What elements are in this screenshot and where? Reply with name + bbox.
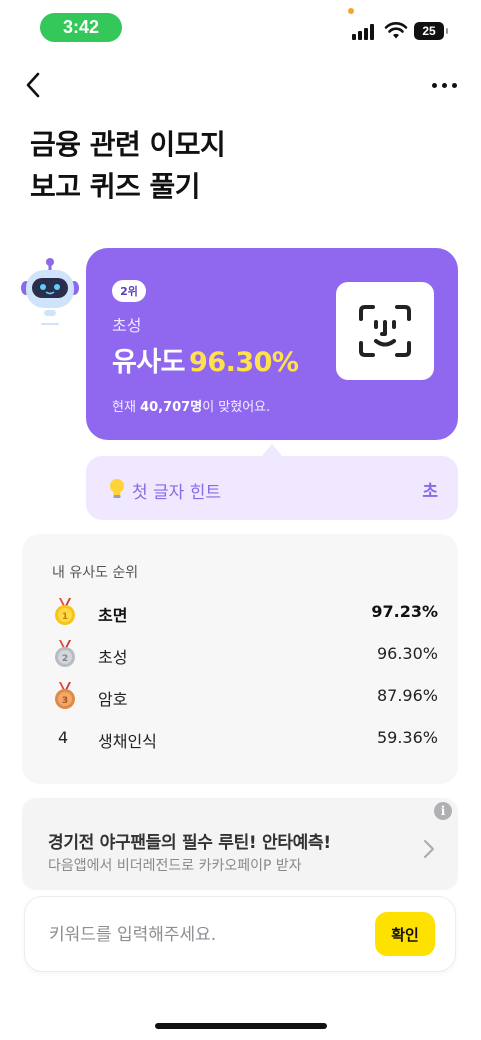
first-letter-hint[interactable]: 첫 글자 힌트 초 bbox=[86, 456, 458, 520]
similarity-line: 유사도 96.30% bbox=[112, 340, 299, 379]
ranking-value: 59.36% bbox=[376, 728, 438, 747]
chevron-right-icon bbox=[424, 840, 434, 858]
ranking-word: 생채인식 bbox=[98, 732, 157, 751]
result-card: 2위 초성 유사도 96.30% 현재 40,707명이 맞혔어요. bbox=[86, 248, 458, 440]
battery-icon: 25 bbox=[414, 22, 448, 40]
status-time: 3:42 bbox=[40, 13, 122, 42]
ad-banner[interactable]: i 경기전 야구팬들의 필수 루틴! 안타예측! 다음앱에서 비더레전드로 카카… bbox=[22, 798, 458, 890]
gold-medal-rank: 1 bbox=[62, 612, 68, 622]
solved-count: 40,707명 bbox=[140, 400, 203, 415]
more-dots-icon bbox=[431, 82, 437, 88]
answer-input-box: 확인 bbox=[24, 896, 456, 972]
hint-value: 초 bbox=[422, 482, 438, 502]
cellular-signal-icon bbox=[352, 24, 376, 40]
ranking-word: 초면 bbox=[98, 606, 128, 625]
ranking-row[interactable]: 3 암호 87.96% bbox=[52, 682, 438, 710]
ranking-row[interactable]: 4 생채인식 59.36% bbox=[52, 724, 438, 752]
similarity-value: 96.30% bbox=[189, 347, 299, 378]
page-title-line2: 보고 퀴즈 풀기 bbox=[30, 170, 201, 203]
ad-title: 경기전 야구팬들의 필수 루틴! 안타예측! bbox=[48, 833, 331, 853]
confirm-button[interactable]: 확인 bbox=[375, 912, 435, 956]
bronze-medal-rank: 3 bbox=[62, 696, 68, 706]
hint-label: 첫 글자 힌트 bbox=[132, 483, 222, 503]
rank-badge: 2위 bbox=[112, 280, 146, 302]
wifi-icon bbox=[384, 22, 408, 39]
ranking-row[interactable]: 1 초면 97.23% bbox=[52, 598, 438, 626]
gold-medal-icon: 1 bbox=[55, 598, 75, 625]
ranking-number: 4 bbox=[58, 728, 69, 747]
guessed-word: 초성 bbox=[112, 316, 142, 335]
face-scan-icon bbox=[359, 305, 411, 357]
ranking-value: 87.96% bbox=[376, 686, 438, 705]
privacy-indicator-dot bbox=[348, 8, 354, 14]
keyword-input[interactable] bbox=[49, 917, 369, 953]
hint-pointer bbox=[262, 444, 282, 456]
page-title-line1: 금융 관련 이모지 bbox=[30, 128, 226, 161]
ranking-word: 암호 bbox=[98, 690, 128, 709]
robot-mascot-icon bbox=[21, 258, 79, 325]
emoji-box bbox=[336, 282, 434, 380]
silver-medal-rank: 2 bbox=[62, 654, 68, 664]
ranking-word: 초성 bbox=[98, 648, 128, 667]
back-button[interactable] bbox=[16, 66, 50, 104]
more-options-button[interactable] bbox=[422, 70, 466, 100]
ranking-value: 97.23% bbox=[371, 602, 438, 621]
status-bar: 3:42 25 bbox=[0, 0, 481, 54]
home-indicator[interactable] bbox=[155, 1023, 327, 1029]
ad-info-icon[interactable]: i bbox=[434, 802, 452, 820]
ad-subtitle: 다음앱에서 비더레전드로 카카오페이P 받자 bbox=[48, 858, 302, 874]
ranking-value: 96.30% bbox=[376, 644, 438, 663]
similarity-ranking-card: 내 유사도 순위 1 초면 97.23% 2 초성 96.30% 3 암호 87… bbox=[22, 534, 458, 784]
lightbulb-icon bbox=[110, 479, 124, 498]
solved-count-text: 현재 40,707명이 맞혔어요. bbox=[112, 400, 271, 415]
similarity-label: 유사도 bbox=[112, 347, 186, 378]
chevron-left-icon bbox=[26, 72, 40, 98]
ranking-title: 내 유사도 순위 bbox=[52, 565, 139, 581]
bronze-medal-icon: 3 bbox=[55, 682, 75, 709]
page-title: 금융 관련 이모지 보고 퀴즈 풀기 bbox=[30, 124, 450, 208]
silver-medal-icon: 2 bbox=[55, 640, 75, 667]
ranking-row[interactable]: 2 초성 96.30% bbox=[52, 640, 438, 668]
